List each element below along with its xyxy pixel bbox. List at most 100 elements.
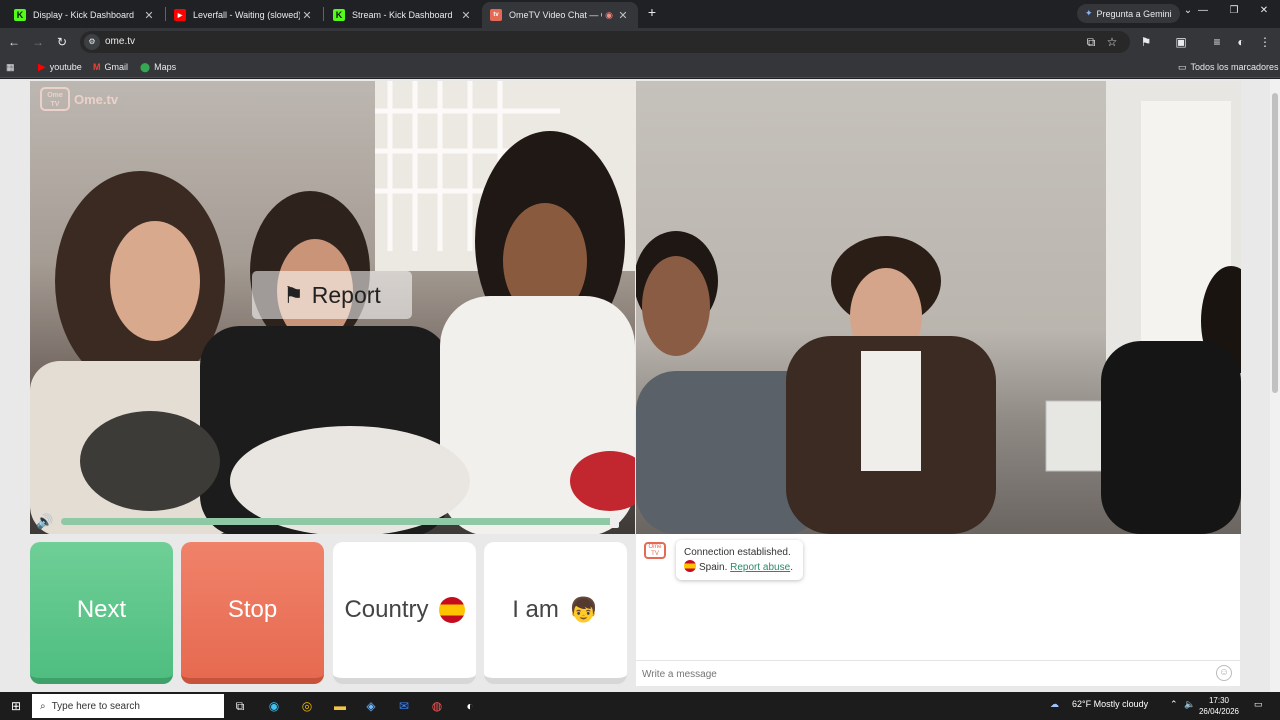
bookmark-label: Gmail <box>104 62 129 72</box>
iam-label: I am <box>512 596 559 623</box>
clock-date: 26/04/2026 <box>1198 707 1240 716</box>
windows-start-icon[interactable]: ⊞ <box>8 698 24 714</box>
flag-icon: ⚑ <box>283 281 304 308</box>
obs-icon[interactable]: ◍ <box>429 698 445 714</box>
bookmark-star-icon[interactable]: ☆ <box>1104 34 1120 50</box>
volume-slider[interactable] <box>61 518 616 525</box>
minimize-button[interactable]: — <box>1193 5 1213 16</box>
maps-icon: ⬤ <box>140 61 151 72</box>
tab-display-kick-dashboard[interactable]: K Display - Kick Dashboard ✕ <box>6 2 164 28</box>
recording-icon: ◉ <box>605 9 613 20</box>
all-bookmarks[interactable]: ▭ Todos los marcadores <box>1178 60 1279 74</box>
media-controls-icon[interactable]: ≡ <box>1209 34 1225 50</box>
boy-avatar-icon: 👦 <box>568 596 599 624</box>
weather-text[interactable]: 62°F Mostly cloudy <box>1072 699 1148 709</box>
restore-button[interactable]: ❐ <box>1224 5 1244 16</box>
reload-icon[interactable]: ↻ <box>54 34 70 50</box>
partner-country-line: Spain. Report abuse. <box>684 560 795 575</box>
bookmark-label: youtube <box>49 62 82 72</box>
next-button[interactable]: Next <box>30 542 173 684</box>
report-label: Report <box>311 281 381 308</box>
address-bar[interactable]: ⚙ ome.tv <box>80 31 1130 53</box>
tab-title: Stream - Kick Dashboard <box>352 10 453 20</box>
windows-taskbar: ⊞ ⌕ Type here to search ⧉ ◉ ◎ ▬ ◈ ✉ ◍ ◐ … <box>0 692 1280 720</box>
tab-title: OmeTV Video Chat — Ome <box>509 10 602 20</box>
chrome-icon[interactable]: ◎ <box>299 698 315 714</box>
extensions-icon[interactable]: ⚑ <box>1138 34 1154 50</box>
volume-icon[interactable]: 🔊 <box>36 513 53 530</box>
edge-icon[interactable]: ◉ <box>266 698 282 714</box>
stop-label: Stop <box>227 596 278 623</box>
address-url[interactable]: ome.tv <box>105 36 135 47</box>
app-icon[interactable]: ◐ <box>462 698 478 714</box>
local-video: Ome TV Ome.tv ⚑ Report 🔊 <box>30 81 635 534</box>
outlook-icon[interactable]: ✉ <box>396 698 412 714</box>
tab-ometv[interactable]: tv OmeTV Video Chat — Ome ◉ ✕ <box>482 2 638 28</box>
bookmark-youtube[interactable]: ▶ youtube <box>38 60 82 74</box>
site-info-icon[interactable]: ⚙ <box>84 34 100 50</box>
ometv-logo: Ome TV Ome.tv <box>40 87 118 111</box>
page-scrollbar[interactable] <box>1270 79 1280 692</box>
emoji-icon[interactable]: ☺ <box>1216 665 1232 681</box>
country-button[interactable]: Country <box>333 542 476 684</box>
task-view-icon[interactable]: ⧉ <box>232 698 248 714</box>
close-icon[interactable]: ✕ <box>616 9 630 22</box>
notifications-icon[interactable]: ▭ <box>1254 699 1263 710</box>
taskbar-clock[interactable]: 17:30 26/04/2026 <box>1196 695 1242 717</box>
back-icon[interactable]: ← <box>6 34 22 50</box>
report-button[interactable]: ⚑ Report <box>252 271 412 319</box>
gemini-button[interactable]: ✦ Pregunta a Gemini <box>1077 4 1180 23</box>
taskbar-search-placeholder: Type here to search <box>51 700 140 712</box>
bookmark-label: Maps <box>154 62 177 72</box>
close-icon[interactable]: ✕ <box>459 9 473 22</box>
youtube-icon: ▶ <box>38 61 46 73</box>
tray-chevron-icon[interactable]: ⌃ <box>1170 699 1178 710</box>
country-label: Country <box>344 596 429 623</box>
ometv-chat-icon: Ome TV <box>644 542 666 559</box>
message-bar: ☺ <box>636 660 1240 686</box>
tab-separator <box>323 7 324 21</box>
bookmark-gmail[interactable]: M Gmail <box>93 60 128 74</box>
ometv-logo-badge: Ome TV <box>40 87 70 111</box>
volume-slider-handle[interactable] <box>610 514 620 528</box>
clock-time: 17:30 <box>1208 696 1230 705</box>
file-explorer-icon[interactable]: ▬ <box>332 698 348 714</box>
tab-title: Leverfall - Waiting (slowed) - Yo <box>193 10 300 20</box>
partner-country: Spain. <box>699 562 728 573</box>
speaker-icon[interactable]: 🔈 <box>1184 699 1195 710</box>
tab-youtube-leverfall[interactable]: ▶ Leverfall - Waiting (slowed) - Yo ✕ <box>166 2 322 28</box>
folder-icon: ▭ <box>1178 61 1187 72</box>
new-tab-button[interactable]: + <box>644 4 660 22</box>
install-app-icon[interactable]: ⧉ <box>1083 34 1099 50</box>
apps-grid-icon[interactable]: ▦ <box>6 60 15 74</box>
chat-panel: Ome TV Connection established. Spain. Re… <box>636 534 1240 686</box>
gmail-icon: M <box>93 62 101 72</box>
bookmarks-bar: ▦ ▶ youtube M Gmail ⬤ Maps ▭ Todos los m… <box>0 56 1280 78</box>
window-close-button[interactable]: ✕ <box>1254 5 1274 16</box>
spain-flag-icon <box>684 560 696 572</box>
profile-avatar-icon[interactable]: ◐ <box>1233 34 1249 50</box>
remote-video-scene <box>636 81 1241 534</box>
tab-title: Display - Kick Dashboard <box>33 10 135 20</box>
gemini-icon: ✦ <box>1085 8 1093 18</box>
side-panel-icon[interactable]: ▣ <box>1173 34 1189 50</box>
close-icon[interactable]: ✕ <box>142 9 156 22</box>
message-input[interactable] <box>642 666 1202 682</box>
gender-button[interactable]: I am 👦 <box>484 542 627 684</box>
stop-button[interactable]: Stop <box>181 542 324 684</box>
ometv-page: Ome TV Ome.tv ⚑ Report 🔊 Next Stop Count… <box>0 79 1270 692</box>
youtube-icon: ▶ <box>174 9 186 21</box>
tab-stream-kick-dashboard[interactable]: K Stream - Kick Dashboard ✕ <box>325 2 481 28</box>
taskbar-search[interactable]: ⌕ Type here to search <box>32 694 224 718</box>
close-icon[interactable]: ✕ <box>300 9 314 22</box>
menu-kebab-icon[interactable]: ⋮ <box>1257 34 1273 50</box>
weather-icon: ☁ <box>1050 699 1059 709</box>
store-icon[interactable]: ◈ <box>363 698 379 714</box>
scrollbar-thumb[interactable] <box>1272 93 1278 393</box>
spain-flag-icon <box>438 597 465 623</box>
report-abuse-link[interactable]: Report abuse <box>730 562 790 573</box>
system-message: Connection established. Spain. Report ab… <box>676 540 803 580</box>
kick-icon: K <box>14 9 26 21</box>
bookmark-maps[interactable]: ⬤ Maps <box>140 60 176 74</box>
forward-icon[interactable]: → <box>30 34 46 50</box>
